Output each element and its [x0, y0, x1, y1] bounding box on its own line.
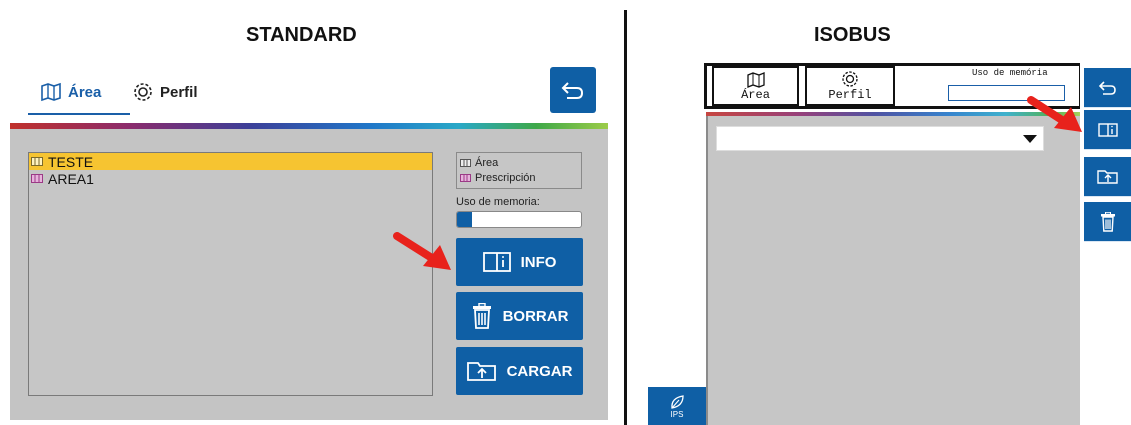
isobus-tab-perfil-label: Perfil: [828, 88, 872, 102]
legend-item-prescription: Prescripción: [460, 170, 578, 185]
isobus-back-button[interactable]: [1084, 68, 1131, 108]
highlight-arrow-icon: [1027, 96, 1082, 132]
standard-title: STANDARD: [246, 24, 357, 46]
profile-gear-icon: [842, 71, 858, 87]
trash-icon: [1100, 211, 1115, 232]
tab-area-label: Área: [68, 83, 102, 101]
info-book-icon: [1097, 122, 1118, 137]
folder-upload-icon: [466, 362, 496, 381]
map-icon: [41, 82, 61, 102]
load-button-label: CARGAR: [506, 362, 573, 380]
isobus-screen: Área Perfil Uso de memória IPS: [648, 60, 1131, 425]
isobus-file-dropdown[interactable]: [716, 126, 1044, 151]
active-tab-indicator: [28, 113, 130, 115]
isobus-main-area: [706, 116, 1080, 425]
highlight-arrow-icon: [393, 232, 451, 270]
file-name: AREA1: [48, 170, 94, 187]
file-list[interactable]: TESTE AREA1: [28, 152, 433, 396]
isobus-memory-label: Uso de memória: [972, 68, 1048, 78]
memory-label: Uso de memoria:: [456, 196, 540, 208]
profile-gear-icon: [134, 83, 152, 101]
ips-label: IPS: [670, 409, 684, 419]
standard-header: Área Perfil: [10, 60, 608, 123]
chevron-down-icon: [1023, 135, 1037, 143]
legend-label: Área: [475, 156, 499, 169]
ips-button[interactable]: IPS: [648, 387, 706, 425]
info-button[interactable]: INFO: [456, 238, 583, 286]
isobus-title: ISOBUS: [814, 24, 891, 46]
folder-upload-icon: [1096, 169, 1118, 184]
color-strip: [10, 123, 608, 129]
back-button[interactable]: [550, 67, 596, 113]
section-divider: [624, 10, 627, 425]
area-file-icon: [460, 158, 471, 167]
standard-screen: Área Perfil TESTE AREA1 Área Prescripció…: [10, 60, 608, 420]
list-item[interactable]: AREA1: [29, 170, 432, 187]
tab-perfil[interactable]: Perfil: [132, 78, 198, 106]
isobus-header: Área Perfil Uso de memória: [704, 63, 1082, 109]
info-button-label: INFO: [520, 253, 557, 271]
area-file-icon: [31, 157, 43, 166]
delete-button-label: BORRAR: [502, 307, 569, 325]
load-button[interactable]: CARGAR: [456, 347, 583, 395]
isobus-delete-button[interactable]: [1084, 202, 1131, 242]
map-icon: [746, 72, 765, 88]
isobus-tab-perfil[interactable]: Perfil: [805, 66, 895, 106]
memory-usage-fill: [457, 212, 472, 227]
back-arrow-icon: [1098, 80, 1116, 95]
file-name: TESTE: [48, 153, 94, 170]
prescription-file-icon: [460, 173, 471, 182]
back-arrow-icon: [561, 82, 584, 99]
tab-area[interactable]: Área: [40, 78, 101, 106]
legend-label: Prescripción: [475, 171, 536, 184]
leaf-icon: [671, 394, 684, 409]
isobus-load-button[interactable]: [1084, 157, 1131, 197]
isobus-tab-area-label: Área: [741, 88, 770, 102]
legend-item-area: Área: [460, 155, 578, 170]
file-type-legend: Área Prescripción: [456, 152, 582, 189]
list-item[interactable]: TESTE: [29, 153, 432, 170]
isobus-info-button[interactable]: [1084, 110, 1131, 150]
memory-usage-bar: [456, 211, 582, 228]
comparison-figure: STANDARD ISOBUS Área Perfil TESTE AREA1 …: [0, 0, 1131, 425]
tab-perfil-label: Perfil: [160, 83, 198, 101]
info-book-icon: [482, 252, 511, 272]
isobus-tab-area[interactable]: Área: [712, 66, 799, 106]
trash-icon: [472, 303, 491, 329]
delete-button[interactable]: BORRAR: [456, 292, 583, 340]
prescription-file-icon: [31, 174, 43, 183]
